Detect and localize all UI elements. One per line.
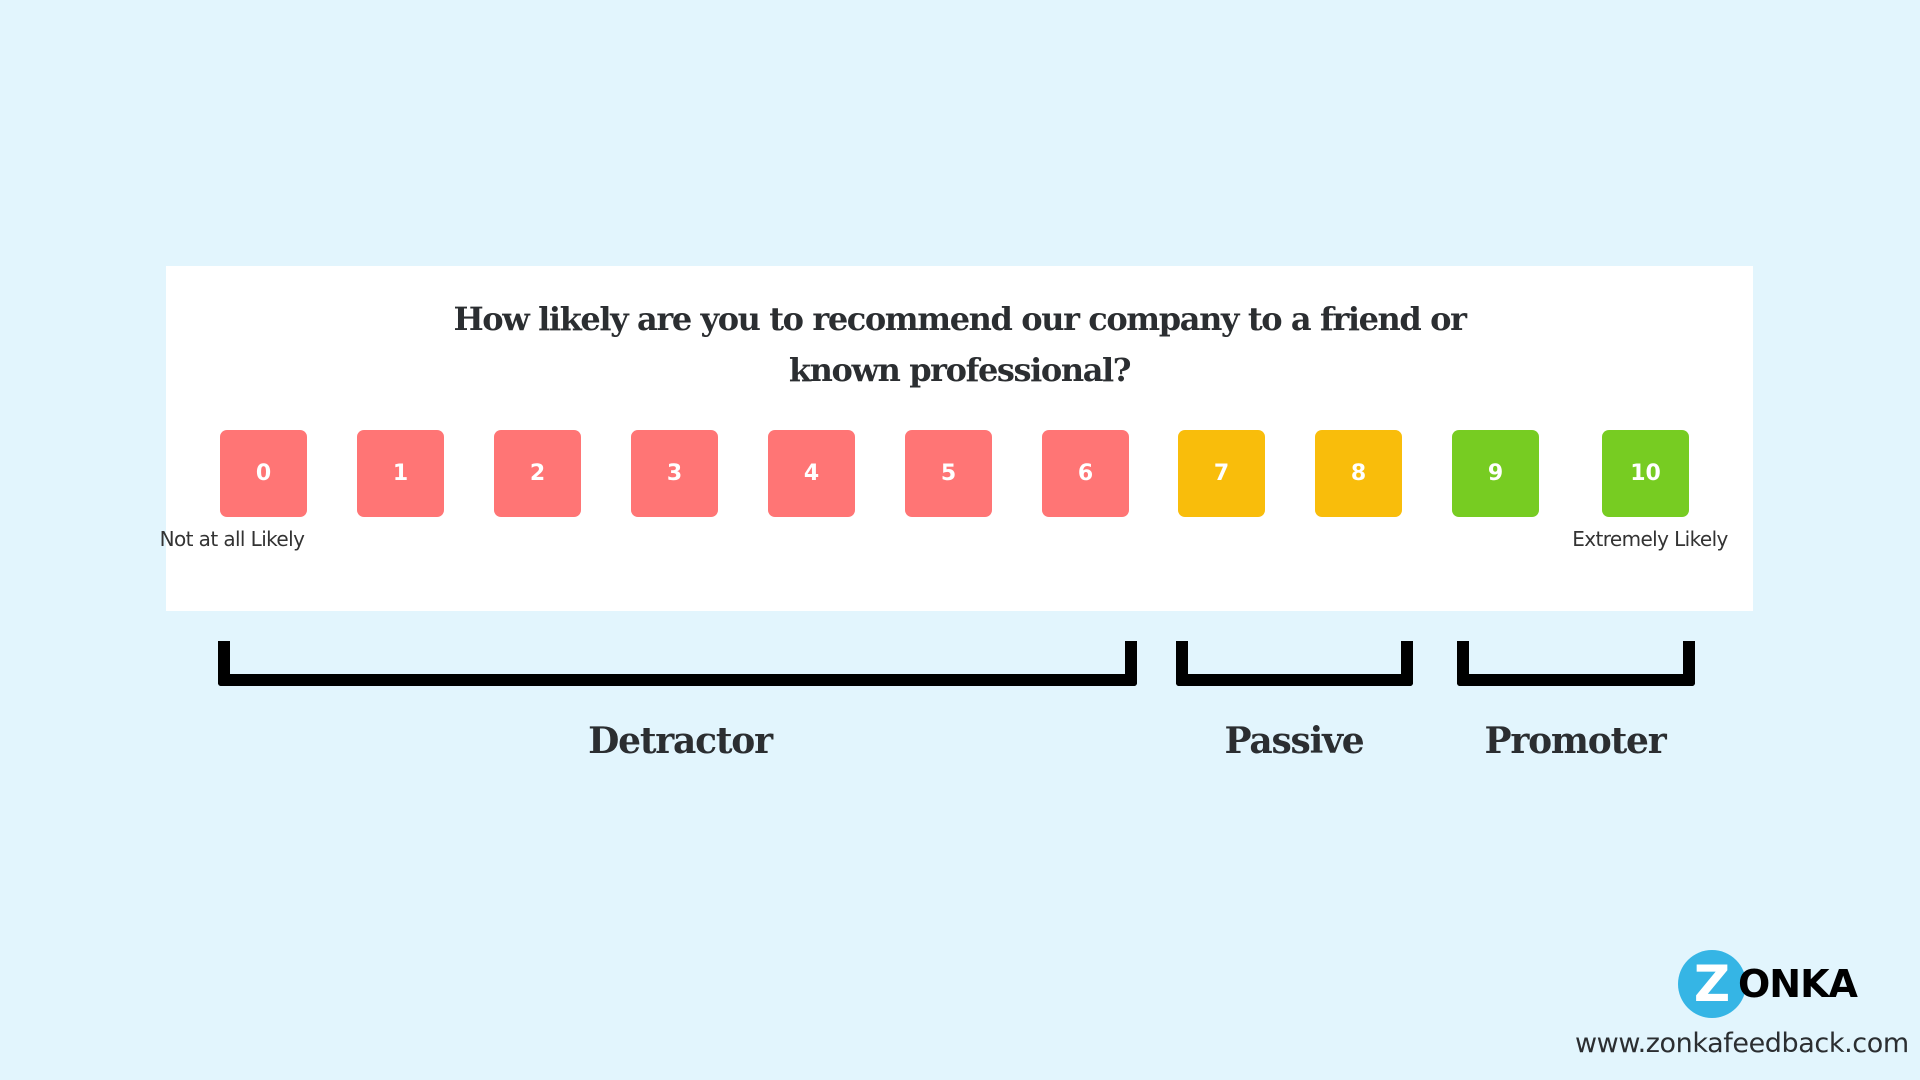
passive-label: Passive — [1224, 720, 1364, 762]
score-button-10[interactable]: 10 — [1602, 430, 1689, 517]
score-button-6[interactable]: 6 — [1042, 430, 1129, 517]
question-text: How likely are you to recommend our comp… — [453, 300, 1466, 389]
detractor-bracket — [218, 641, 1137, 686]
score-button-8[interactable]: 8 — [1315, 430, 1402, 517]
low-anchor-label: Not at all Likely — [159, 527, 305, 551]
passive-bracket — [1176, 641, 1413, 686]
detractor-label: Detractor — [588, 720, 773, 762]
score-button-3[interactable]: 3 — [631, 430, 718, 517]
website-url: www.zonkafeedback.com — [1575, 1028, 1909, 1059]
promoter-label: Promoter — [1484, 720, 1666, 762]
logo-wordmark: ONKA — [1738, 962, 1858, 1006]
score-button-5[interactable]: 5 — [905, 430, 992, 517]
score-button-9[interactable]: 9 — [1452, 430, 1539, 517]
score-button-7[interactable]: 7 — [1178, 430, 1265, 517]
promoter-bracket — [1457, 641, 1695, 686]
score-button-1[interactable]: 1 — [357, 430, 444, 517]
high-anchor-label: Extremely Likely — [1572, 527, 1728, 551]
nps-question-card: How likely are you to recommend our comp… — [160, 266, 1753, 611]
logo-z-icon: Z — [1678, 950, 1746, 1018]
score-button-4[interactable]: 4 — [768, 430, 855, 517]
score-button-2[interactable]: 2 — [494, 430, 581, 517]
score-button-0[interactable]: 0 — [220, 430, 307, 517]
zonka-logo: Z ONKA — [1678, 948, 1858, 1020]
